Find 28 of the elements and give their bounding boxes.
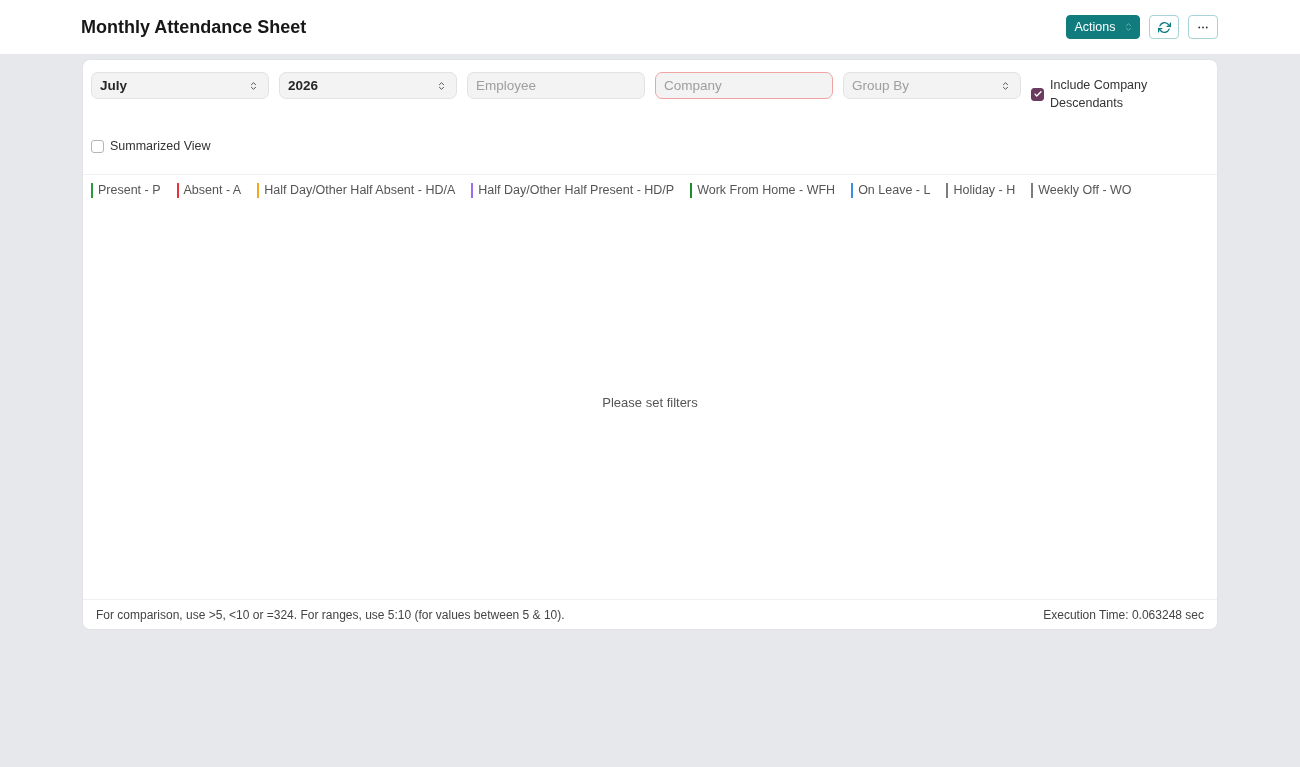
legend-label: Half Day/Other Half Present - HD/P bbox=[478, 183, 675, 197]
refresh-button[interactable] bbox=[1149, 15, 1179, 39]
legend-label: Absent - A bbox=[183, 183, 242, 197]
updown-caret-icon bbox=[438, 80, 445, 91]
updown-caret-icon bbox=[1002, 80, 1009, 91]
input-field[interactable]: Company bbox=[655, 72, 833, 99]
legend-label: Present - P bbox=[98, 183, 161, 197]
checkbox-label: Summarized View bbox=[110, 138, 211, 155]
legend-label: Half Day/Other Half Absent - HD/A bbox=[264, 183, 456, 197]
updown-caret-icon bbox=[250, 80, 257, 91]
page-title: Monthly Attendance Sheet bbox=[81, 16, 307, 38]
empty-state-message: Please set filters bbox=[602, 394, 698, 410]
filter-hint-text: For comparison, use >5, <10 or =324. For ranges, use 5:10 (for values between 5 & 10). bbox=[96, 607, 565, 622]
select-field[interactable]: 2026 bbox=[279, 72, 457, 99]
updown-caret-icon bbox=[1124, 22, 1132, 32]
legend-label: Weekly Off - WO bbox=[1038, 183, 1132, 197]
execution-time-text: Execution Time: 0.063248 sec bbox=[1043, 607, 1204, 622]
ellipsis-icon bbox=[1198, 25, 1208, 29]
checkbox[interactable] bbox=[1031, 87, 1044, 101]
legend-label: Work From Home - WFH bbox=[697, 183, 836, 197]
refresh-icon bbox=[1157, 20, 1171, 34]
legend-label: Holiday - H bbox=[953, 183, 1016, 197]
checkbox-label: Include Company Descendants bbox=[1050, 77, 1149, 112]
actions-button[interactable]: Actions bbox=[1066, 15, 1140, 39]
checkbox[interactable] bbox=[91, 139, 104, 153]
select-field[interactable]: July bbox=[91, 72, 269, 99]
check-icon bbox=[1033, 91, 1042, 97]
legend-label: On Leave - L bbox=[858, 183, 931, 197]
